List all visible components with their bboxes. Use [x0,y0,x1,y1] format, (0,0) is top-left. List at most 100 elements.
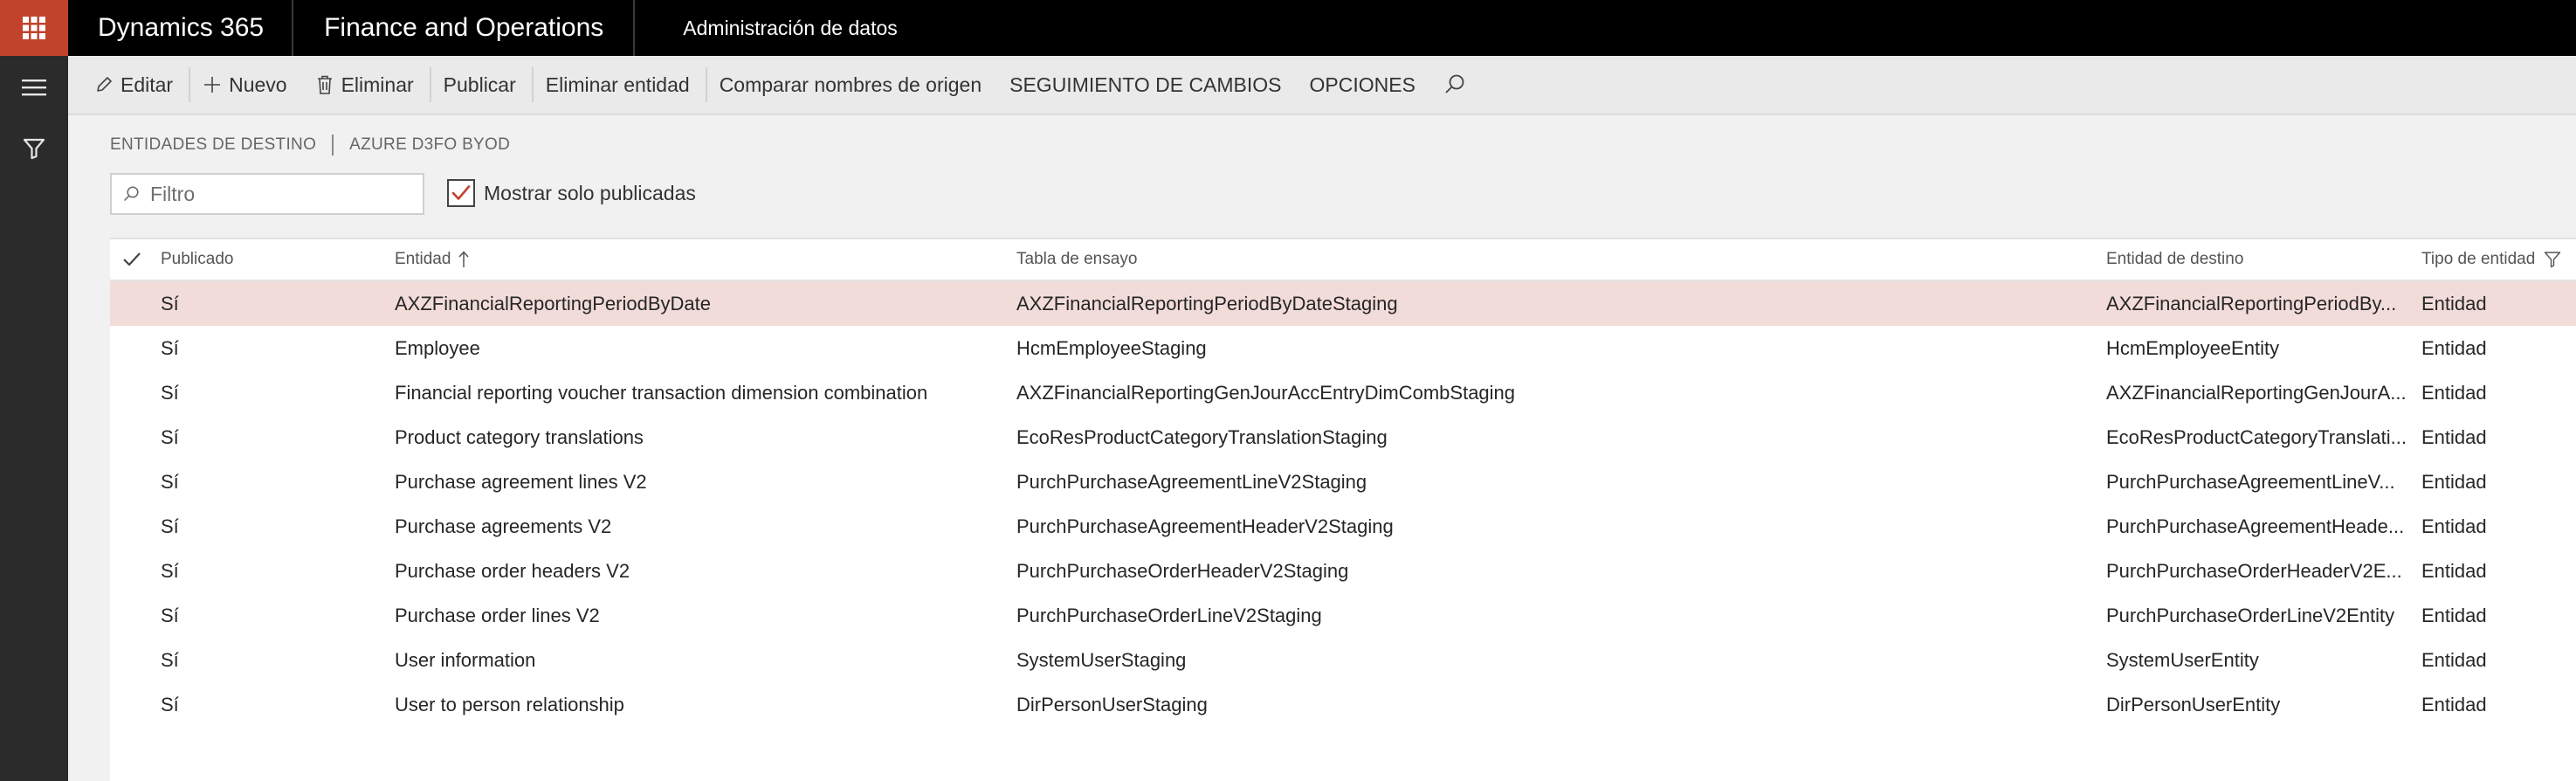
cell-entity-type: Entidad [2421,559,2487,582]
product-name[interactable]: Dynamics 365 [68,0,294,56]
cell-staging-table: PurchPurchaseOrderHeaderV2Staging [1016,559,1349,582]
table-row[interactable]: Sí Financial reporting voucher transacti… [110,370,2576,415]
app-launcher-button[interactable] [0,0,68,56]
column-filter-icon[interactable] [2544,251,2561,268]
table-row[interactable]: Sí Purchase agreements V2 PurchPurchaseA… [110,504,2576,549]
column-header-staging-table[interactable]: Tabla de ensayo [1016,239,2064,280]
cell-published: Sí [161,381,179,404]
cell-entity: Product category translations [395,425,644,448]
publish-button[interactable]: Publicar [431,62,532,107]
table-row[interactable]: Sí Employee HcmEmployeeStaging HcmEmploy… [110,326,2576,370]
checkmark-icon [451,185,471,200]
column-header-published[interactable]: Publicado [161,239,388,280]
app-launcher-icon [23,17,45,39]
cell-published: Sí [161,693,179,715]
module-title: Administración de datos [683,16,898,39]
table-row[interactable]: Sí Purchase order headers V2 PurchPurcha… [110,549,2576,593]
cell-target-entity: SystemUserEntity [2106,648,2259,671]
cell-published: Sí [161,559,179,582]
filter-pane-button[interactable] [0,117,68,180]
cell-published: Sí [161,515,179,537]
cell-published: Sí [161,425,179,448]
cell-entity: Purchase order headers V2 [395,559,630,582]
filter-field[interactable] [110,173,424,215]
cell-entity: Purchase agreements V2 [395,515,612,537]
cell-entity: Purchase agreement lines V2 [395,470,647,493]
column-header-target-entity[interactable]: Entidad de destino [2106,239,2412,280]
show-published-only-toggle[interactable]: Mostrar solo publicadas [447,179,696,207]
cell-target-entity: AXZFinancialReportingGenJourA... [2106,381,2407,404]
new-label: Nuevo [229,73,287,96]
filter-icon [23,138,45,160]
table-row[interactable]: Sí AXZFinancialReportingPeriodByDate AXZ… [110,281,2576,326]
cell-staging-table: SystemUserStaging [1016,648,1187,671]
delete-label: Eliminar [341,73,414,96]
change-tracking-menu[interactable]: SEGUIMIENTO DE CAMBIOS [997,62,1297,107]
edit-button[interactable]: Editar [82,62,189,107]
cell-target-entity: DirPersonUserEntity [2106,693,2281,715]
column-header-entity-type-label: Tipo de entidad [2421,250,2536,268]
cell-entity-type: Entidad [2421,470,2487,493]
pencil-icon [94,75,114,94]
cell-published: Sí [161,604,179,626]
cell-entity: Financial reporting voucher transaction … [395,381,928,404]
cell-entity-type: Entidad [2421,693,2487,715]
breadcrumb: ENTIDADES DE DESTINO AZURE D3FO BYOD [110,135,510,156]
grid-rows: Sí AXZFinancialReportingPeriodByDate AXZ… [110,281,2576,727]
options-menu[interactable]: OPCIONES [1298,62,1431,107]
cell-staging-table: DirPersonUserStaging [1016,693,1208,715]
search-button[interactable] [1431,62,1478,107]
cell-published: Sí [161,470,179,493]
navigation-menu-button[interactable] [0,56,68,119]
cell-entity-type: Entidad [2421,604,2487,626]
table-row[interactable]: Sí Product category translations EcoResP… [110,415,2576,460]
cell-entity-type: Entidad [2421,292,2487,314]
show-published-only-checkbox[interactable] [447,179,475,207]
cell-entity: Purchase order lines V2 [395,604,600,626]
column-header-entity-label: Entidad [395,250,451,268]
cell-entity: User information [395,648,536,671]
search-icon [1445,74,1464,93]
edit-label: Editar [121,73,174,96]
page-content: Editar Nuevo Eliminar Publicar Eliminar … [68,56,2576,781]
breadcrumb-page: ENTIDADES DE DESTINO [110,135,317,154]
breadcrumb-separator [332,135,334,156]
trash-icon [315,74,334,95]
column-header-entity-type[interactable]: Tipo de entidad [2421,239,2576,280]
hamburger-icon [22,79,46,96]
delete-button[interactable]: Eliminar [303,62,430,107]
delete-entity-button[interactable]: Eliminar entidad [534,62,706,107]
compare-source-names-button[interactable]: Comparar nombres de origen [707,62,997,107]
cell-published: Sí [161,648,179,671]
cell-staging-table: PurchPurchaseOrderLineV2Staging [1016,604,1322,626]
cell-staging-table: HcmEmployeeStaging [1016,336,1207,359]
checkmark-icon [123,252,141,266]
plus-icon [203,75,222,94]
action-pane: Editar Nuevo Eliminar Publicar Eliminar … [68,56,2576,115]
entities-grid: Publicado Entidad Tabla de ensayo Entida… [110,238,2576,781]
navigation-rail [0,56,68,781]
cell-published: Sí [161,336,179,359]
new-button[interactable]: Nuevo [190,62,302,107]
filter-input[interactable] [148,181,410,207]
cell-entity: Employee [395,336,480,359]
cell-target-entity: PurchPurchaseOrderLineV2Entity [2106,604,2395,626]
table-row[interactable]: Sí Purchase order lines V2 PurchPurchase… [110,593,2576,638]
sort-ascending-icon [458,250,470,269]
cell-target-entity: PurchPurchaseOrderHeaderV2E... [2106,559,2402,582]
table-row[interactable]: Sí User to person relationship DirPerson… [110,682,2576,727]
cell-staging-table: PurchPurchaseAgreementLineV2Staging [1016,470,1367,493]
cell-entity-type: Entidad [2421,381,2487,404]
search-icon [123,186,139,202]
app-name[interactable]: Finance and Operations [293,0,636,56]
select-all-checkbox[interactable] [122,239,148,280]
cell-entity-type: Entidad [2421,648,2487,671]
column-header-entity[interactable]: Entidad [395,239,1006,280]
cell-entity: User to person relationship [395,693,624,715]
table-row[interactable]: Sí Purchase agreement lines V2 PurchPurc… [110,460,2576,504]
table-row[interactable]: Sí User information SystemUserStaging Sy… [110,638,2576,682]
cell-entity-type: Entidad [2421,425,2487,448]
cell-staging-table: AXZFinancialReportingPeriodByDateStaging [1016,292,1398,314]
top-navigation-bar: Dynamics 365 Finance and Operations Admi… [0,0,2576,56]
cell-target-entity: AXZFinancialReportingPeriodBy... [2106,292,2397,314]
